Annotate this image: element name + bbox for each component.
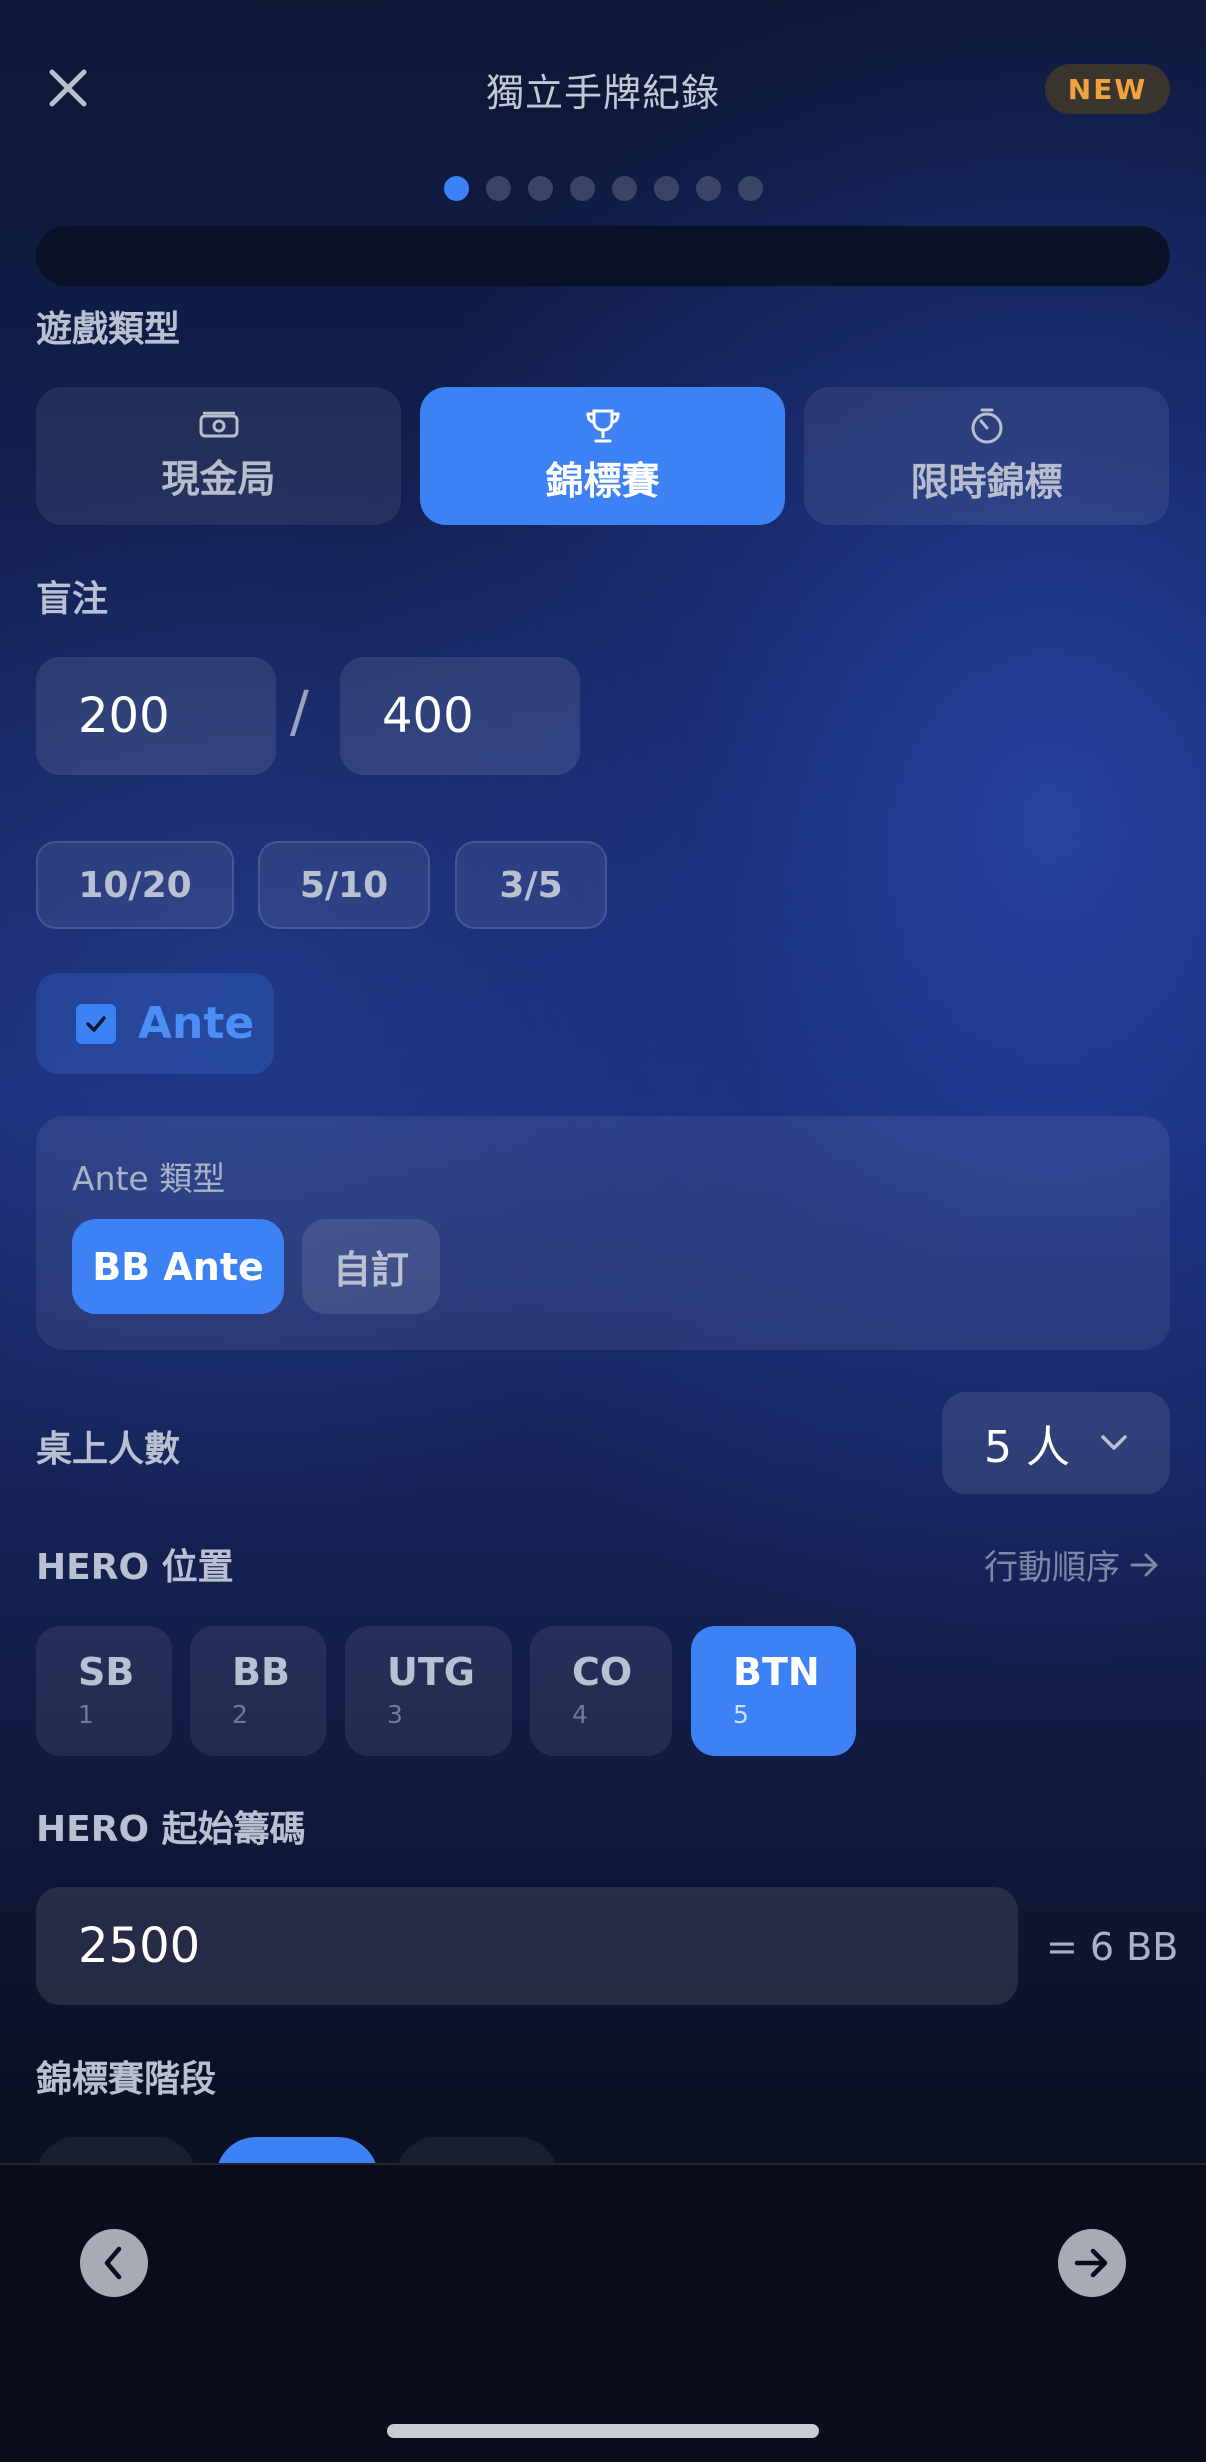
step-dot	[527, 176, 553, 201]
position-co-button[interactable]: CO 4	[530, 1626, 672, 1756]
position-btn-button[interactable]: BTN 5	[691, 1626, 856, 1756]
scroll-edge-bar	[36, 226, 1170, 286]
tournament-stage-label: 錦標賽階段	[36, 2059, 217, 2100]
step-indicator	[0, 176, 1206, 201]
step-dot	[485, 176, 511, 201]
ante-toggle[interactable]: Ante	[36, 973, 274, 1074]
position-number: 3	[387, 1700, 403, 1729]
ante-type-custom[interactable]: 自訂	[302, 1219, 440, 1314]
game-type-cash-button[interactable]: 現金局	[36, 387, 401, 525]
position-name: BB	[232, 1650, 290, 1694]
blinds-separator: /	[290, 680, 309, 745]
position-name: SB	[78, 1650, 135, 1694]
position-number: 5	[733, 1700, 749, 1729]
position-name: CO	[572, 1650, 633, 1694]
stack-bb-equivalent: = 6 BB	[1046, 1925, 1179, 1969]
game-type-tournament-button[interactable]: 錦標賽	[420, 387, 785, 525]
small-blind-input[interactable]: 200	[36, 657, 276, 775]
timer-icon	[971, 408, 1002, 443]
position-number: 4	[572, 1700, 588, 1729]
ante-label: Ante	[138, 998, 255, 1049]
hero-stack-label: HERO 起始籌碼	[36, 1809, 306, 1850]
game-type-tournament-label: 錦標賽	[545, 458, 660, 503]
new-badge: NEW	[1045, 64, 1170, 114]
blinds-preset-10-20[interactable]: 10/20	[36, 841, 234, 929]
players-dropdown[interactable]: 5 人	[942, 1392, 1170, 1494]
position-sb-button[interactable]: SB 1	[36, 1626, 172, 1756]
page-title: 獨立手牌紀錄	[485, 71, 720, 115]
ante-type-bb-ante[interactable]: BB Ante	[72, 1219, 284, 1314]
home-indicator	[387, 2424, 819, 2438]
blinds-label: 盲注	[36, 579, 109, 620]
position-utg-button[interactable]: UTG 3	[345, 1626, 512, 1756]
position-number: 2	[232, 1700, 248, 1729]
position-bb-button[interactable]: BB 2	[190, 1626, 326, 1756]
action-order-link[interactable]: 行動順序	[984, 1540, 1160, 1589]
ante-checkbox[interactable]	[76, 1003, 116, 1044]
arrow-right-icon	[1130, 1553, 1158, 1576]
game-type-timed-button[interactable]: 限時錦標	[804, 387, 1169, 525]
arrow-right-icon	[1074, 2248, 1108, 2278]
trophy-icon	[585, 409, 620, 442]
step-dot	[737, 176, 763, 201]
hero-stack-input[interactable]: 2500	[36, 1887, 1018, 2005]
step-dot	[653, 176, 679, 201]
chevron-left-icon	[104, 2246, 122, 2280]
position-name: UTG	[387, 1650, 475, 1694]
step-dot	[569, 176, 595, 201]
cash-icon	[199, 411, 238, 437]
ante-type-label: Ante 類型	[72, 1159, 226, 1198]
step-dot-active	[443, 176, 469, 201]
position-number: 1	[78, 1700, 94, 1729]
hero-position-label: HERO 位置	[36, 1547, 234, 1588]
step-dot	[695, 176, 721, 201]
bottom-nav-bar	[0, 2163, 1206, 2462]
players-value: 5 人	[984, 1422, 1070, 1473]
big-blind-input[interactable]: 400	[340, 657, 580, 775]
step-dot	[611, 176, 637, 201]
players-label: 桌上人數	[36, 1429, 181, 1470]
blinds-preset-5-10[interactable]: 5/10	[258, 841, 430, 929]
game-type-timed-label: 限時錦標	[910, 459, 1063, 504]
next-button[interactable]	[1058, 2229, 1126, 2297]
blinds-preset-3-5[interactable]: 3/5	[455, 841, 607, 929]
game-type-cash-label: 現金局	[161, 456, 276, 501]
game-type-label: 遊戲類型	[36, 309, 181, 350]
chevron-down-icon	[1101, 1435, 1127, 1450]
action-order-label: 行動順序	[984, 1548, 1120, 1588]
checkmark-icon	[86, 1015, 106, 1032]
back-button[interactable]	[80, 2229, 148, 2297]
position-name: BTN	[733, 1650, 820, 1694]
